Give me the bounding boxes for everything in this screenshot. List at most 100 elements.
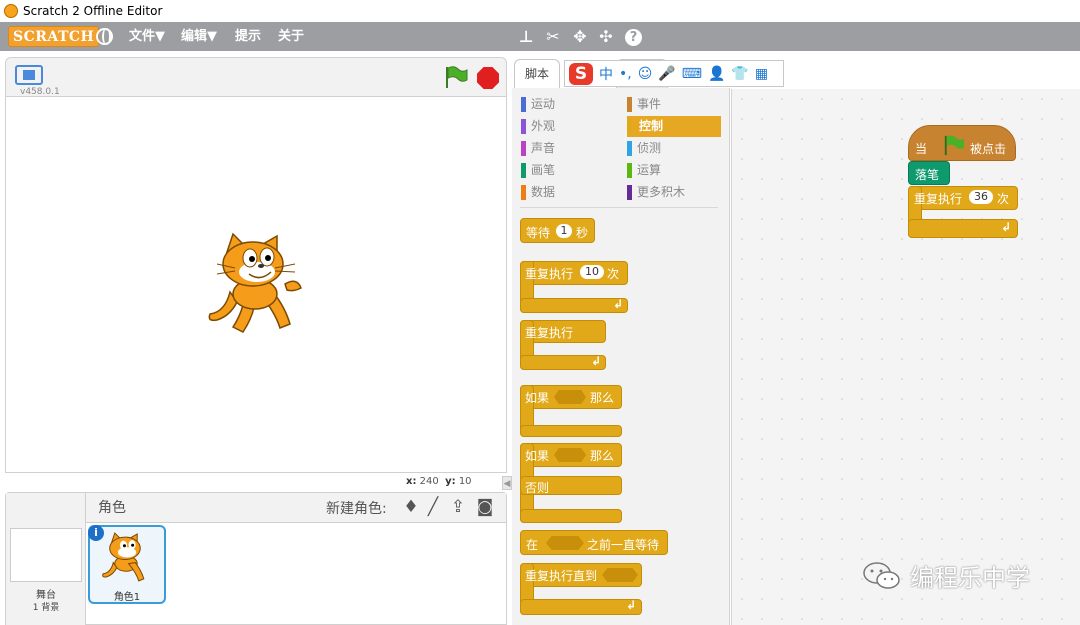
- help-icon[interactable]: ?: [625, 29, 642, 46]
- then-label: 那么: [590, 391, 615, 405]
- window-title-bar: Scratch 2 Offline Editor: [0, 0, 1080, 22]
- repeat-label: 重复执行: [525, 267, 574, 281]
- new-sprite-label: 新建角色:: [326, 501, 387, 517]
- info-icon[interactable]: i: [88, 525, 104, 541]
- wait-until-post: 之前一直等待: [587, 538, 660, 552]
- category-7[interactable]: 运算: [627, 160, 721, 181]
- category-9[interactable]: 更多积木: [627, 182, 721, 203]
- stage-header: [5, 57, 507, 97]
- collapse-arrow-icon[interactable]: ◀: [502, 476, 512, 490]
- green-flag-icon[interactable]: [444, 66, 468, 88]
- ime-emoji-icon[interactable]: ☺: [638, 66, 653, 82]
- ime-user-icon[interactable]: 👤: [708, 66, 725, 82]
- pen-down-label: 落笔: [915, 168, 940, 182]
- language-globe-icon[interactable]: [96, 28, 113, 45]
- shrink-icon[interactable]: ✣: [596, 27, 616, 47]
- ime-toolbox-icon[interactable]: ▦: [755, 66, 768, 82]
- ime-mic-icon[interactable]: 🎤: [658, 66, 675, 82]
- forever-block[interactable]: 重复执行 ↲: [520, 320, 606, 370]
- loop-arrow-icon: ↲: [613, 297, 624, 311]
- pen-down-block[interactable]: 落笔: [908, 161, 950, 185]
- tab-scripts[interactable]: 脚本: [514, 59, 560, 89]
- ime-punct-icon[interactable]: •,: [619, 66, 632, 82]
- repeat-count[interactable]: 10: [580, 265, 604, 279]
- delete-scissors-icon[interactable]: ✂: [543, 27, 563, 47]
- clicked-label: 被点击: [970, 142, 1007, 156]
- wait-value[interactable]: 1: [556, 224, 572, 238]
- grow-icon[interactable]: ✥: [570, 27, 590, 47]
- menu-tips[interactable]: 提示: [235, 22, 261, 51]
- repeat-label: 重复执行: [914, 192, 963, 206]
- presentation-mode-icon[interactable]: [15, 65, 43, 85]
- window-title: Scratch 2 Offline Editor: [23, 4, 163, 18]
- sogou-logo-icon[interactable]: S: [569, 62, 593, 85]
- ime-mode-icon[interactable]: 中: [599, 64, 613, 84]
- loop-arrow-icon: ↲: [591, 354, 602, 368]
- if-label: 如果: [525, 449, 550, 463]
- scratch-logo[interactable]: SCRATCH: [8, 26, 100, 47]
- watermark: 编程乐中学: [862, 558, 1030, 593]
- script-repeat-block[interactable]: 重复执行 36 次 ↲: [908, 186, 1018, 238]
- wechat-icon: [863, 561, 900, 589]
- scratch-app-icon: [4, 4, 18, 18]
- loop-arrow-icon: ↲: [626, 598, 637, 612]
- then-label: 那么: [590, 449, 615, 463]
- category-5[interactable]: 侦测: [627, 138, 721, 159]
- x-value: 240: [419, 476, 439, 487]
- condition-slot[interactable]: [554, 448, 586, 462]
- wait-block[interactable]: 等待 1 秒: [520, 218, 595, 243]
- if-then-block[interactable]: 如果 那么: [520, 385, 622, 437]
- category-0[interactable]: 运动: [521, 94, 615, 115]
- menu-edit[interactable]: 编辑▼: [181, 22, 217, 51]
- wait-unit: 秒: [576, 226, 589, 240]
- duplicate-stamp-icon[interactable]: ⊥: [516, 27, 536, 47]
- repeat-until-block[interactable]: 重复执行直到 ↲: [520, 563, 642, 615]
- wait-until-pre: 在: [526, 538, 539, 552]
- menu-about[interactable]: 关于: [278, 22, 304, 51]
- repeat-count-input[interactable]: 36: [969, 190, 993, 204]
- category-2[interactable]: 外观: [521, 116, 615, 137]
- sprites-title: 角色: [98, 500, 126, 516]
- upload-icon[interactable]: ⇪: [448, 497, 468, 517]
- condition-slot[interactable]: [546, 536, 584, 550]
- repeat-unit: 次: [607, 267, 620, 281]
- category-6[interactable]: 画笔: [521, 160, 615, 181]
- stage-thumbnail[interactable]: [10, 528, 82, 582]
- green-flag-icon: [944, 135, 965, 156]
- sprite-library-icon[interactable]: ♦: [401, 497, 421, 517]
- stage-backdrop-count: 1 背景: [32, 603, 60, 613]
- ime-keyboard-icon[interactable]: ⌨: [682, 66, 702, 82]
- condition-slot[interactable]: [554, 390, 586, 404]
- forever-label: 重复执行: [525, 326, 574, 340]
- if-label: 如果: [525, 391, 550, 405]
- loop-arrow-icon: ↲: [1001, 220, 1012, 234]
- if-else-block[interactable]: 如果 那么 否则: [520, 443, 622, 523]
- when-flag-clicked-block[interactable]: 当 被点击: [908, 125, 1016, 161]
- wait-label: 等待: [526, 226, 551, 240]
- ime-skin-icon[interactable]: 👕: [731, 66, 748, 82]
- category-4[interactable]: 声音: [521, 138, 615, 159]
- stage-label: 舞台: [36, 590, 56, 601]
- wait-until-block[interactable]: 在 之前一直等待: [520, 530, 668, 555]
- sprite-cat-image[interactable]: [205, 232, 305, 338]
- script-area[interactable]: [731, 89, 1080, 625]
- when-label: 当: [915, 142, 928, 156]
- repeat-until-label: 重复执行直到: [525, 569, 598, 583]
- category-8[interactable]: 数据: [521, 182, 615, 203]
- y-value: 10: [458, 476, 472, 487]
- category-1[interactable]: 事件: [627, 94, 721, 115]
- category-divider: [520, 207, 718, 208]
- y-label: y:: [445, 476, 456, 487]
- category-3[interactable]: 控制: [627, 116, 721, 137]
- menu-file[interactable]: 文件▼: [129, 22, 165, 51]
- watermark-text: 编程乐中学: [910, 564, 1030, 592]
- repeat-block[interactable]: 重复执行 10 次 ↲: [520, 261, 628, 313]
- condition-slot[interactable]: [602, 568, 638, 582]
- paint-brush-icon[interactable]: ╱: [423, 497, 443, 517]
- sprite-thumbnail-cat: [102, 532, 145, 582]
- camera-icon[interactable]: ◙: [475, 497, 495, 517]
- sprite-name: 角色1: [113, 592, 141, 603]
- else-label: 否则: [525, 481, 550, 495]
- ime-toolbar: S 中 •, ☺ 🎤 ⌨ 👤 👕 ▦: [564, 60, 784, 87]
- repeat-unit: 次: [997, 192, 1010, 206]
